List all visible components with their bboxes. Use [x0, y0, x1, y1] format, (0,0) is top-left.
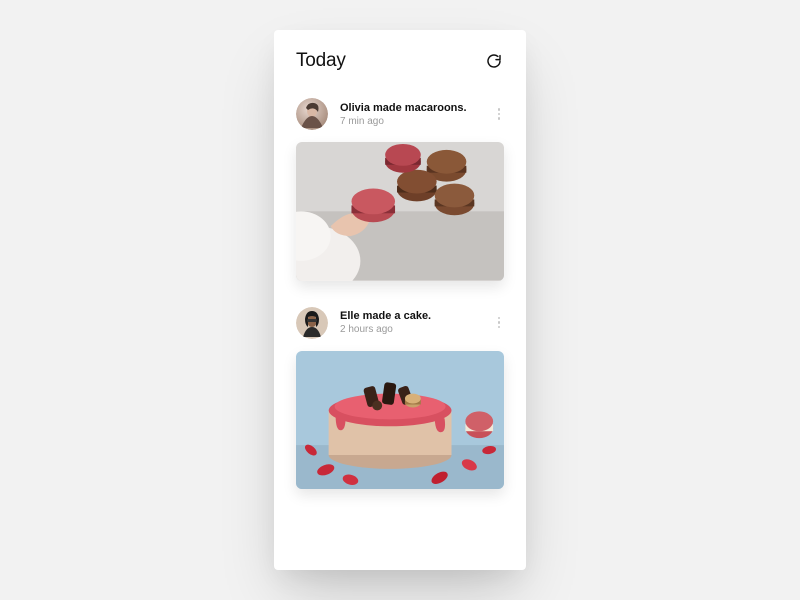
- post-image[interactable]: [296, 142, 504, 281]
- post: Olivia made macaroons. 7 min ago: [274, 90, 526, 299]
- avatar-image: [296, 307, 328, 339]
- more-dots-icon: [498, 317, 501, 320]
- macaroons-image: [296, 142, 504, 281]
- more-button[interactable]: [494, 313, 505, 333]
- cake-image: [296, 351, 504, 490]
- refresh-button[interactable]: [484, 51, 504, 71]
- avatar[interactable]: [296, 307, 328, 339]
- more-dots-icon: [498, 108, 501, 111]
- post-meta: Elle made a cake. 2 hours ago: [340, 310, 482, 335]
- more-button[interactable]: [494, 104, 505, 124]
- page-title: Today: [296, 50, 346, 72]
- feed: Olivia made macaroons. 7 min ago: [274, 86, 526, 507]
- avatar-image: [296, 98, 328, 130]
- post-time: 2 hours ago: [340, 324, 482, 335]
- post: Elle made a cake. 2 hours ago: [274, 299, 526, 508]
- post-image[interactable]: [296, 351, 504, 490]
- post-title: Elle made a cake.: [340, 310, 482, 322]
- avatar[interactable]: [296, 98, 328, 130]
- post-header: Elle made a cake. 2 hours ago: [296, 307, 504, 339]
- post-title: Olivia made macaroons.: [340, 102, 482, 114]
- post-header: Olivia made macaroons. 7 min ago: [296, 98, 504, 130]
- refresh-icon: [486, 53, 502, 69]
- header: Today: [274, 30, 526, 86]
- post-time: 7 min ago: [340, 116, 482, 127]
- post-meta: Olivia made macaroons. 7 min ago: [340, 102, 482, 127]
- phone-frame: Today: [274, 30, 526, 570]
